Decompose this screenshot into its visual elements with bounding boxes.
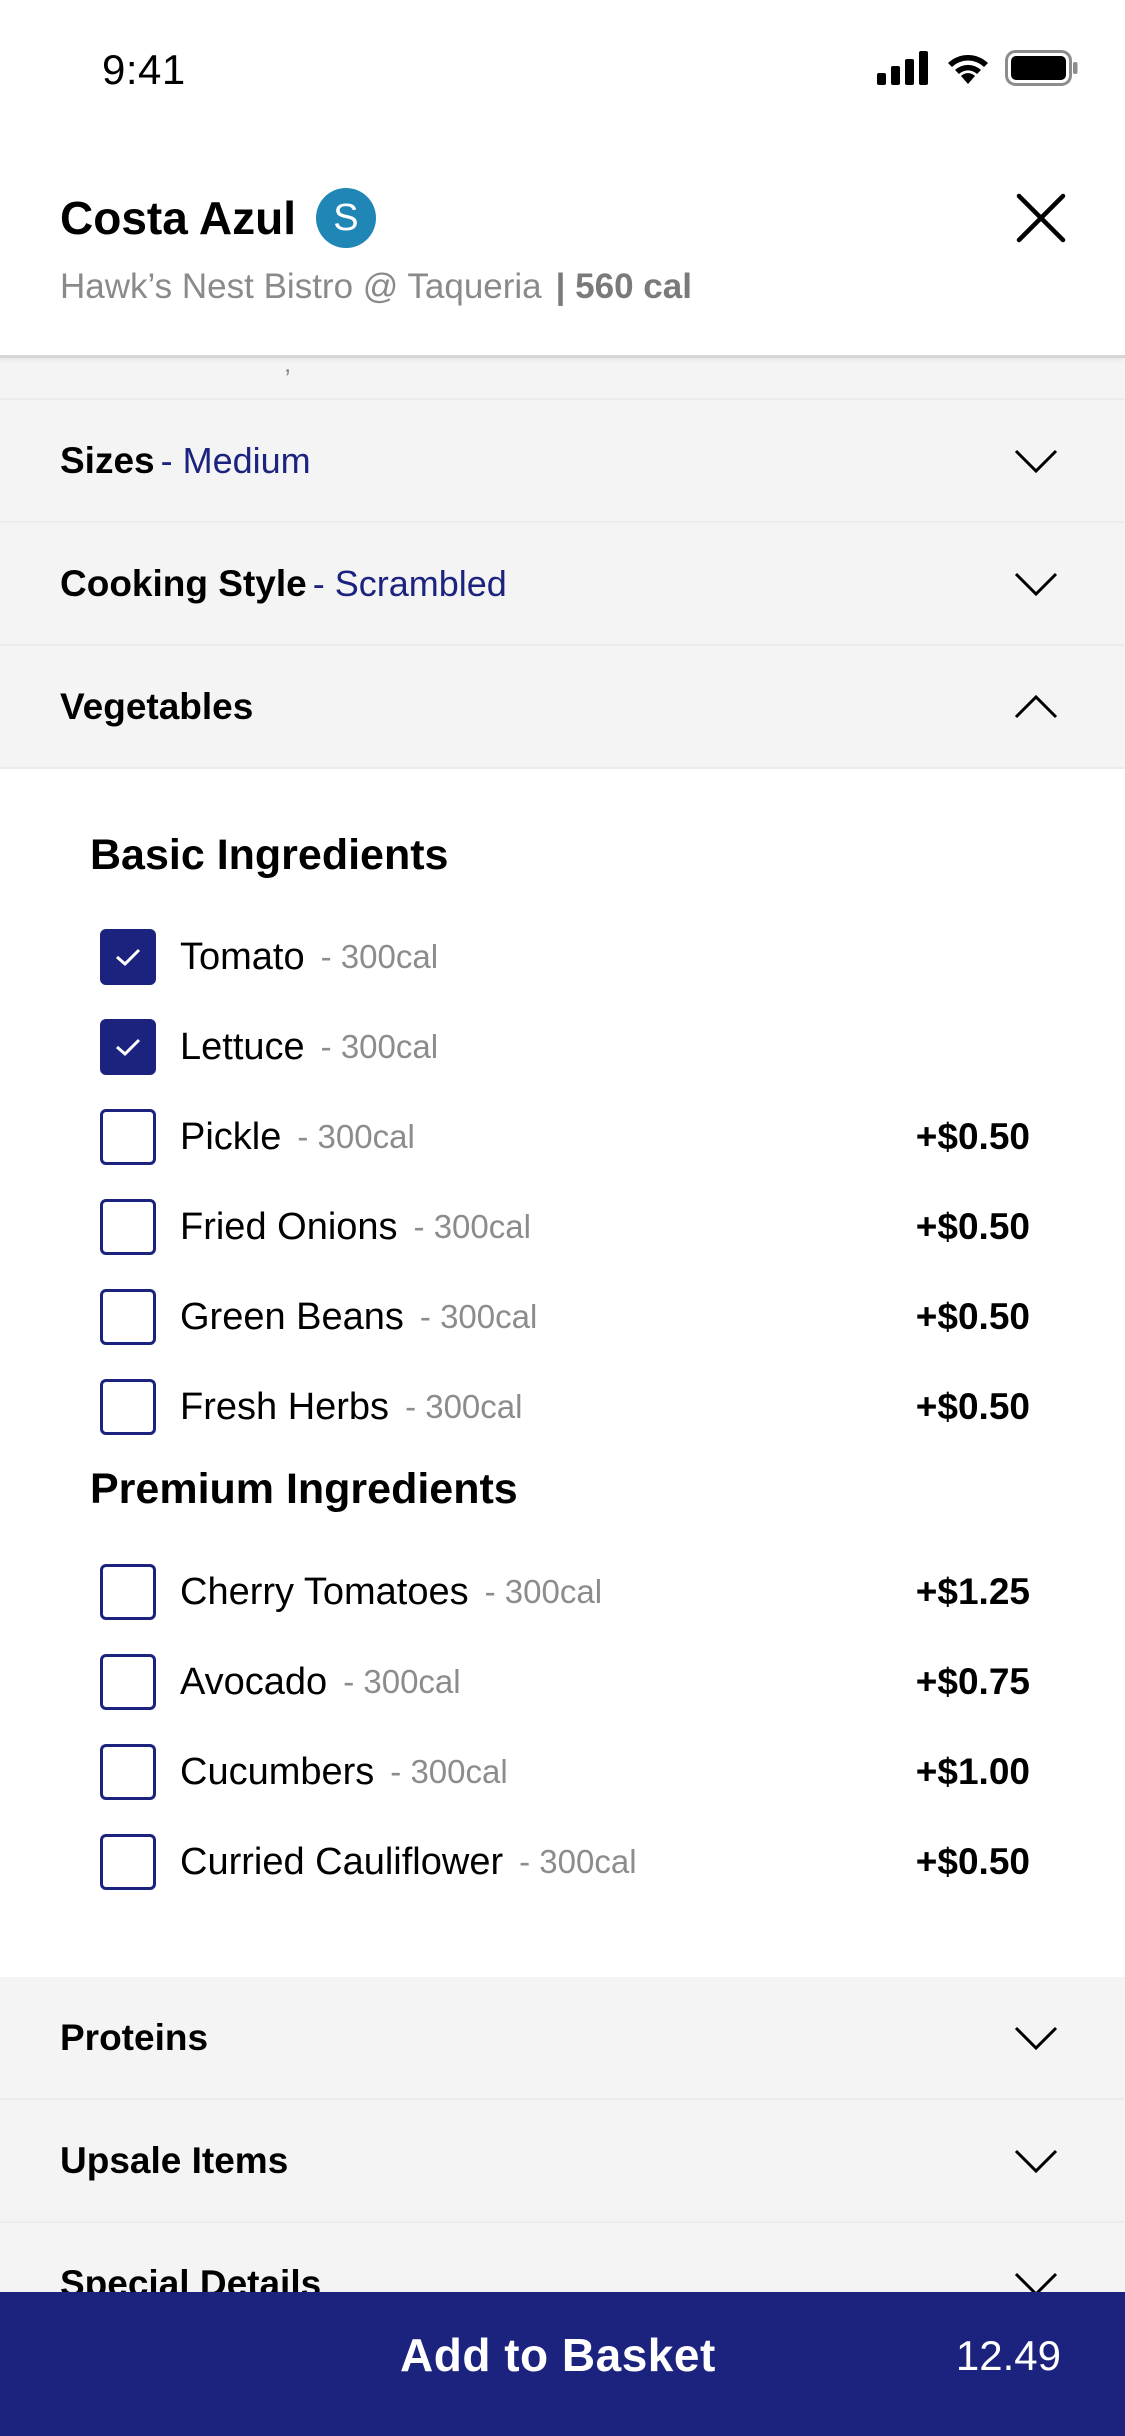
ingredient-name: Pickle: [180, 1115, 282, 1158]
ingredient-item[interactable]: Fried Onions - 300cal +$0.50: [100, 1197, 1030, 1257]
ingredient-name: Curried Cauliflower: [180, 1840, 504, 1883]
ingredient-price: +$0.50: [915, 1841, 1030, 1882]
checkbox[interactable]: [100, 1109, 156, 1165]
ingredient-price: +$0.50: [915, 1206, 1030, 1247]
chevron-down-icon[interactable]: [1013, 2146, 1059, 2176]
section-value: - Scrambled: [312, 563, 507, 604]
checkbox[interactable]: [100, 1744, 156, 1800]
checkbox-checked[interactable]: [100, 1019, 156, 1075]
chevron-down-icon[interactable]: [1013, 569, 1059, 599]
checkmark-icon: [116, 948, 141, 967]
ingredient-name: Avocado: [180, 1660, 328, 1703]
ingredient-calories: - 300cal: [343, 1663, 461, 1700]
vegetables-panel: Basic Ingredients Tomato - 300cal Lettuc…: [0, 769, 1125, 1977]
ingredient-calories: - 300cal: [419, 1298, 538, 1335]
ingredient-item[interactable]: Tomato - 300cal: [100, 927, 1030, 987]
item-title: Costa Azul: [60, 192, 296, 244]
ingredient-item[interactable]: Cherry Tomatoes - 300cal +$1.25: [100, 1562, 1030, 1622]
ingredient-name: Green Beans: [180, 1295, 404, 1338]
checkbox[interactable]: [100, 1379, 156, 1435]
ingredient-calories: - 300cal: [519, 1843, 637, 1880]
ingredient-calories: - 300cal: [390, 1753, 508, 1790]
chevron-up-icon[interactable]: [1013, 692, 1059, 722]
restaurant-name: Hawk’s Nest Bistro @ Taqueria: [60, 267, 542, 306]
section-proteins[interactable]: Proteins: [0, 1977, 1125, 2100]
ingredient-name: Cucumbers: [180, 1750, 375, 1793]
ingredient-item[interactable]: Avocado - 300cal +$0.75: [100, 1652, 1030, 1712]
add-to-basket-button[interactable]: Add to Basket: [400, 2328, 716, 2382]
ingredient-item[interactable]: Pickle - 300cal +$0.50: [100, 1107, 1030, 1167]
ingredient-price: +$0.50: [915, 1296, 1030, 1337]
calorie-count: | 560 cal: [555, 267, 692, 306]
ingredient-price: +$1.00: [915, 1751, 1030, 1792]
ingredient-name: Fried Onions: [180, 1205, 398, 1248]
section-cooking-style[interactable]: Cooking Style - Scrambled: [0, 523, 1125, 646]
ingredient-price: +$1.25: [915, 1571, 1030, 1612]
section-label: Vegetables: [60, 686, 254, 727]
ingredient-item[interactable]: Curried Cauliflower - 300cal +$0.50: [100, 1832, 1030, 1892]
checkbox[interactable]: [100, 1564, 156, 1620]
ingredient-name: Fresh Herbs: [180, 1385, 390, 1428]
section-label: Proteins: [60, 2017, 209, 2058]
ingredient-price: +$0.50: [915, 1116, 1030, 1157]
close-icon[interactable]: [1013, 190, 1069, 246]
section-label: Sizes: [60, 440, 155, 481]
section-label: Cooking Style: [60, 563, 307, 604]
ingredient-item[interactable]: Cucumbers - 300cal +$1.00: [100, 1742, 1030, 1802]
item-subtitle: Hawk’s Nest Bistro @ Taqueria | 560 cal: [60, 267, 692, 307]
checkbox[interactable]: [100, 1654, 156, 1710]
ingredient-calories: - 300cal: [320, 1028, 439, 1065]
title-row: Costa Azul S: [60, 188, 376, 248]
options-list: , Sizes - Medium Cooking Style - Scrambled…: [0, 358, 1125, 2346]
ingredient-name: Cherry Tomatoes: [180, 1570, 469, 1613]
ingredient-item[interactable]: Fresh Herbs - 300cal +$0.50: [100, 1377, 1030, 1437]
partial-row: ,: [0, 358, 1125, 400]
ingredient-item[interactable]: Green Beans - 300cal +$0.50: [100, 1287, 1030, 1347]
add-to-basket-bar[interactable]: Add to Basket 12.49: [0, 2292, 1125, 2436]
checkbox-checked[interactable]: [100, 929, 156, 985]
ingredient-name: Lettuce: [180, 1025, 305, 1068]
ingredient-calories: - 300cal: [297, 1118, 415, 1155]
checkbox[interactable]: [100, 1289, 156, 1345]
ingredient-calories: - 300cal: [413, 1208, 531, 1245]
premium-ingredients-title: Premium Ingredients: [90, 1465, 518, 1513]
section-vegetables[interactable]: Vegetables: [0, 646, 1125, 769]
status-icons: [877, 50, 1079, 86]
chevron-down-icon[interactable]: [1013, 2023, 1059, 2053]
order-total: 12.49: [955, 2332, 1061, 2379]
avatar[interactable]: S: [315, 188, 376, 248]
ingredient-name: Tomato: [180, 935, 305, 978]
ingredient-calories: - 300cal: [484, 1573, 603, 1610]
section-sizes[interactable]: Sizes - Medium: [0, 400, 1125, 523]
checkbox[interactable]: [100, 1199, 156, 1255]
item-header: Costa Azul S Hawk’s Nest Bistro @ Taquer…: [0, 132, 1125, 358]
ingredient-price: +$0.50: [915, 1386, 1030, 1427]
basic-ingredients-title: Basic Ingredients: [90, 831, 449, 879]
ingredient-calories: - 300cal: [405, 1388, 523, 1425]
section-upsale-items[interactable]: Upsale Items: [0, 2100, 1125, 2223]
ingredient-item[interactable]: Lettuce - 300cal: [100, 1017, 1030, 1077]
cellular-signal-icon: [877, 51, 928, 85]
battery-icon: [1005, 50, 1078, 86]
checkmark-icon: [116, 1038, 141, 1057]
checkbox[interactable]: [100, 1834, 156, 1890]
ingredient-calories: - 300cal: [320, 938, 439, 975]
status-time: 9:41: [102, 46, 186, 93]
status-bar: 9:41: [0, 0, 1125, 132]
chevron-down-icon[interactable]: [1013, 446, 1059, 476]
section-label: Upsale Items: [60, 2140, 289, 2181]
wifi-icon: [948, 55, 988, 84]
ingredient-price: +$0.75: [915, 1661, 1030, 1702]
section-value: - Medium: [160, 440, 311, 481]
